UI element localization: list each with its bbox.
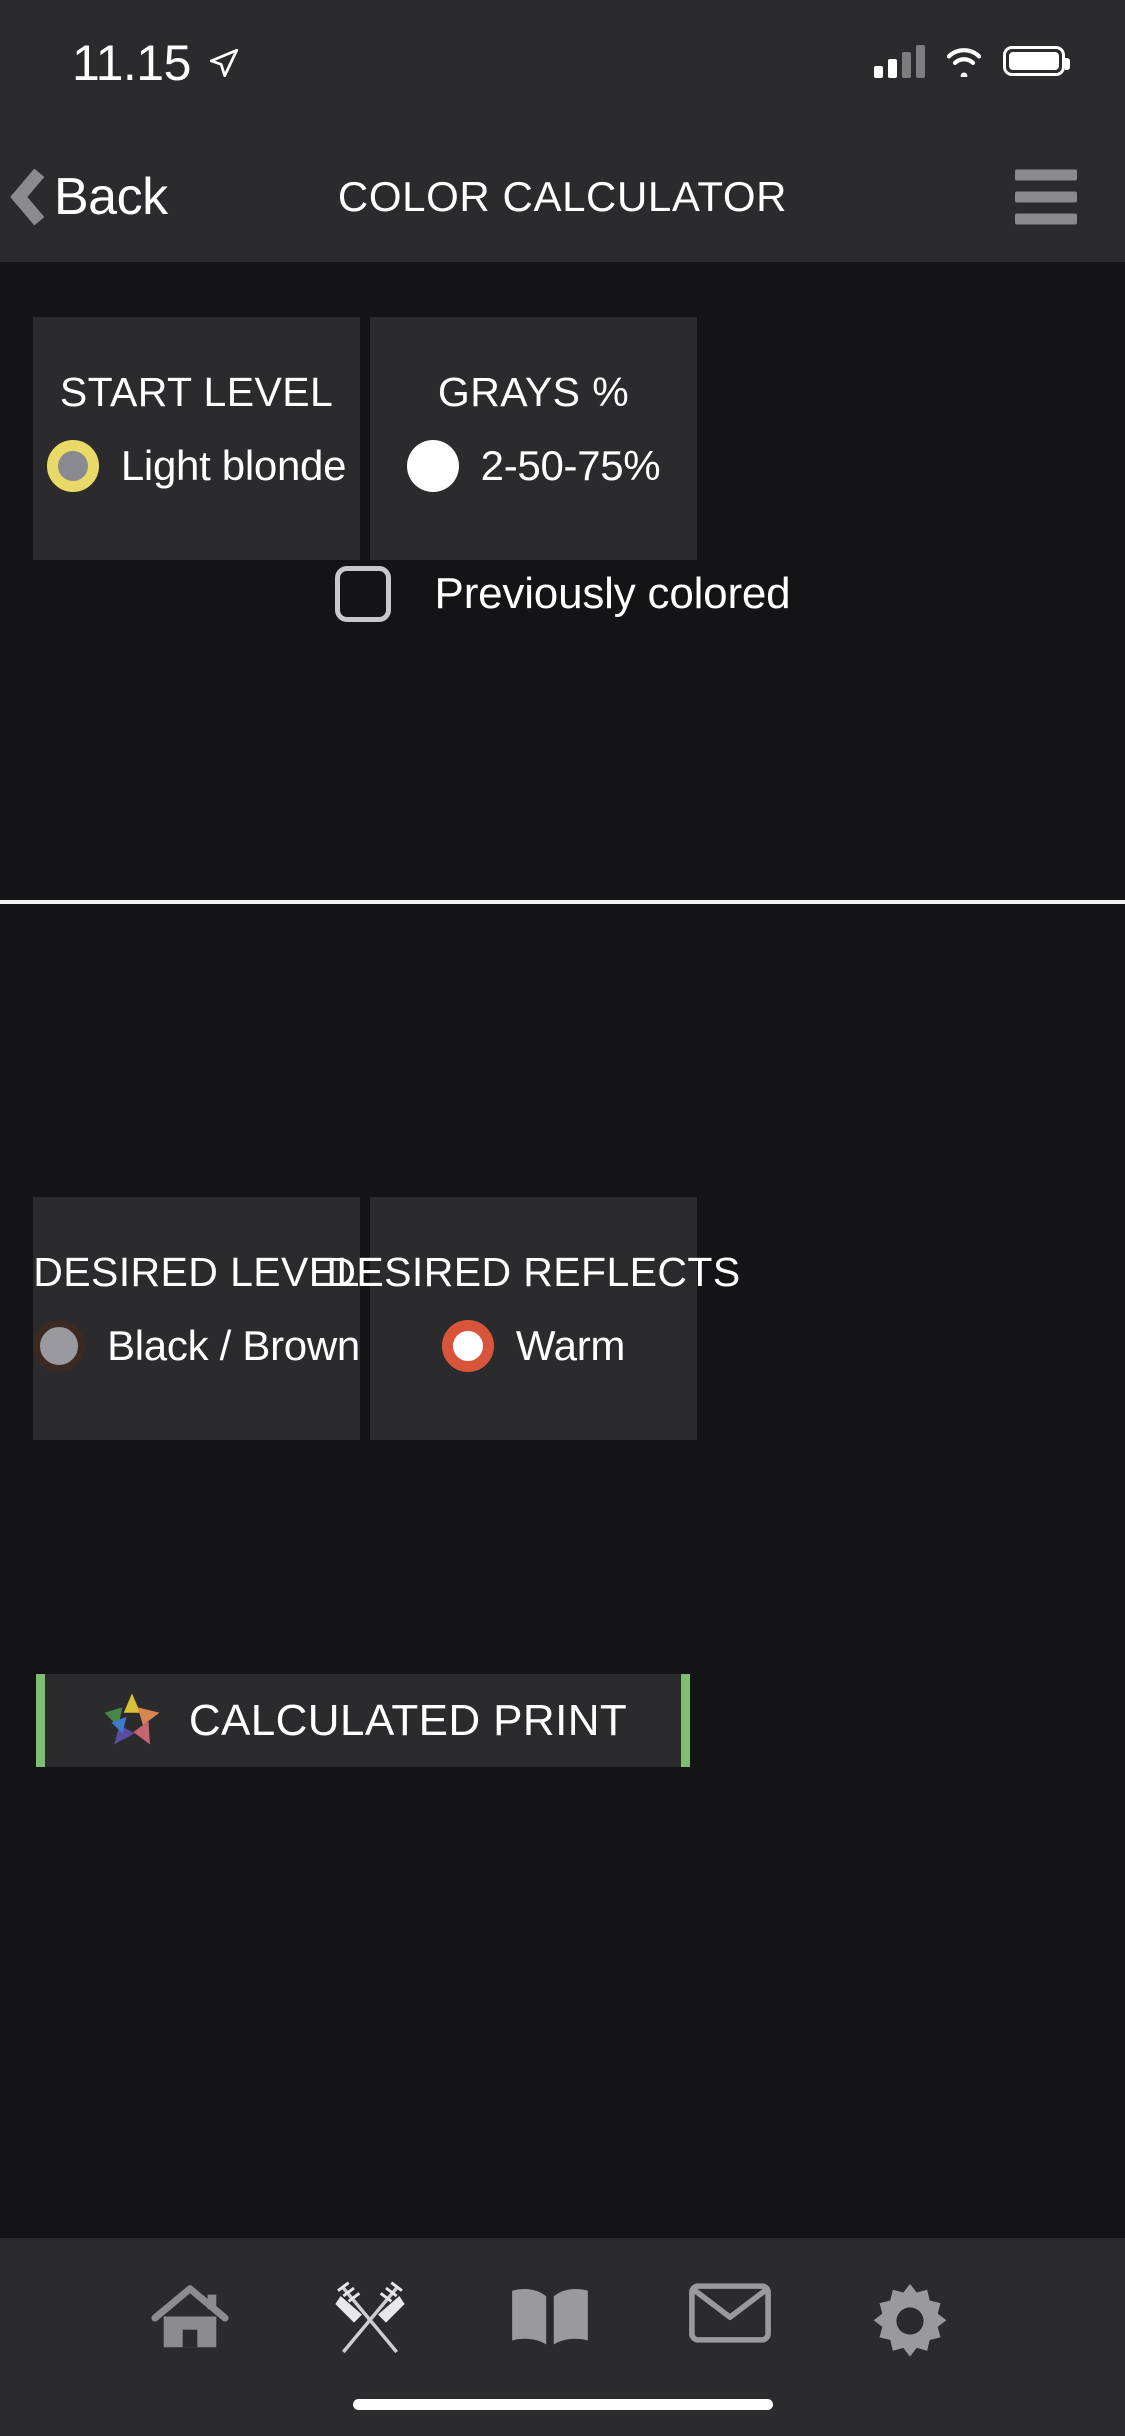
start-level-card[interactable]: START LEVEL Light blonde: [33, 317, 360, 560]
start-cards-row: START LEVEL Light blonde GRAYS % 2-50-75…: [33, 317, 697, 560]
start-level-value: Light blonde: [120, 442, 347, 489]
previously-colored-checkbox[interactable]: [334, 566, 391, 622]
calculated-print-label: CALCULATED PRINT: [188, 1695, 628, 1745]
cellular-bars-icon: [874, 44, 925, 78]
wifi-icon: [946, 48, 982, 77]
grays-percent-card[interactable]: GRAYS % 2-50-75%: [370, 317, 697, 560]
desired-level-swatch: [33, 1320, 86, 1372]
desired-level-card[interactable]: DESIRED LEVEL Black / Brown: [33, 1197, 360, 1440]
navigation-bar: Back COLOR CALCULATOR: [0, 132, 1125, 262]
envelope-icon: [689, 2283, 771, 2343]
grays-percent-title: GRAYS %: [437, 369, 630, 415]
back-button[interactable]: Back: [10, 167, 168, 227]
desired-reflects-swatch: [441, 1320, 494, 1372]
tab-settings[interactable]: [820, 2280, 1000, 2362]
grays-percent-value-row: 2-50-75%: [406, 440, 661, 492]
home-indicator: [352, 2399, 773, 2410]
status-time: 11.15: [72, 35, 191, 91]
desired-reflects-value: Warm: [515, 1322, 626, 1369]
open-book-icon: [509, 2286, 591, 2350]
gear-icon: [873, 2283, 947, 2357]
hamburger-menu-icon[interactable]: [1015, 169, 1077, 225]
desired-section: [0, 904, 1125, 2388]
start-level-title: START LEVEL: [59, 369, 334, 415]
back-button-label: Back: [54, 168, 168, 226]
page-title: COLOR CALCULATOR: [337, 173, 788, 220]
grays-percent-swatch: [406, 440, 459, 492]
previously-colored-label: Previously colored: [434, 569, 791, 618]
status-bar-left: 11.15: [72, 38, 241, 88]
chevron-left-icon: [10, 169, 45, 225]
start-level-swatch: [46, 440, 99, 492]
grays-percent-value: 2-50-75%: [480, 442, 661, 489]
tab-book[interactable]: [460, 2280, 640, 2352]
start-level-value-row: Light blonde: [46, 440, 347, 492]
status-bar-right: [874, 38, 1070, 78]
desired-reflects-value-row: Warm: [441, 1320, 626, 1372]
tab-home[interactable]: [100, 2280, 280, 2356]
location-arrow-icon: [209, 48, 239, 78]
desired-level-value: Black / Brown: [107, 1322, 360, 1369]
desired-cards-row: DESIRED LEVEL Black / Brown DESIRED REFL…: [33, 1197, 740, 1440]
color-star-icon: [104, 1693, 160, 1744]
tab-tools[interactable]: [280, 2280, 460, 2360]
previously-colored-checkbox-row[interactable]: Previously colored: [0, 566, 1125, 622]
desired-reflects-card[interactable]: DESIRED REFLECTS Warm: [326, 1197, 740, 1440]
tab-mail[interactable]: [640, 2280, 820, 2346]
crossed-combs-icon: [335, 2281, 405, 2354]
calculated-print-button[interactable]: CALCULATED PRINT: [36, 1674, 690, 1767]
desired-reflects-title: DESIRED REFLECTS: [326, 1249, 741, 1295]
desired-level-title: DESIRED LEVEL: [33, 1249, 360, 1295]
battery-icon: [1003, 46, 1070, 76]
status-bar: 11.15: [0, 0, 1125, 132]
desired-level-value-row: Black / Brown: [33, 1320, 360, 1372]
home-icon: [151, 2285, 229, 2348]
